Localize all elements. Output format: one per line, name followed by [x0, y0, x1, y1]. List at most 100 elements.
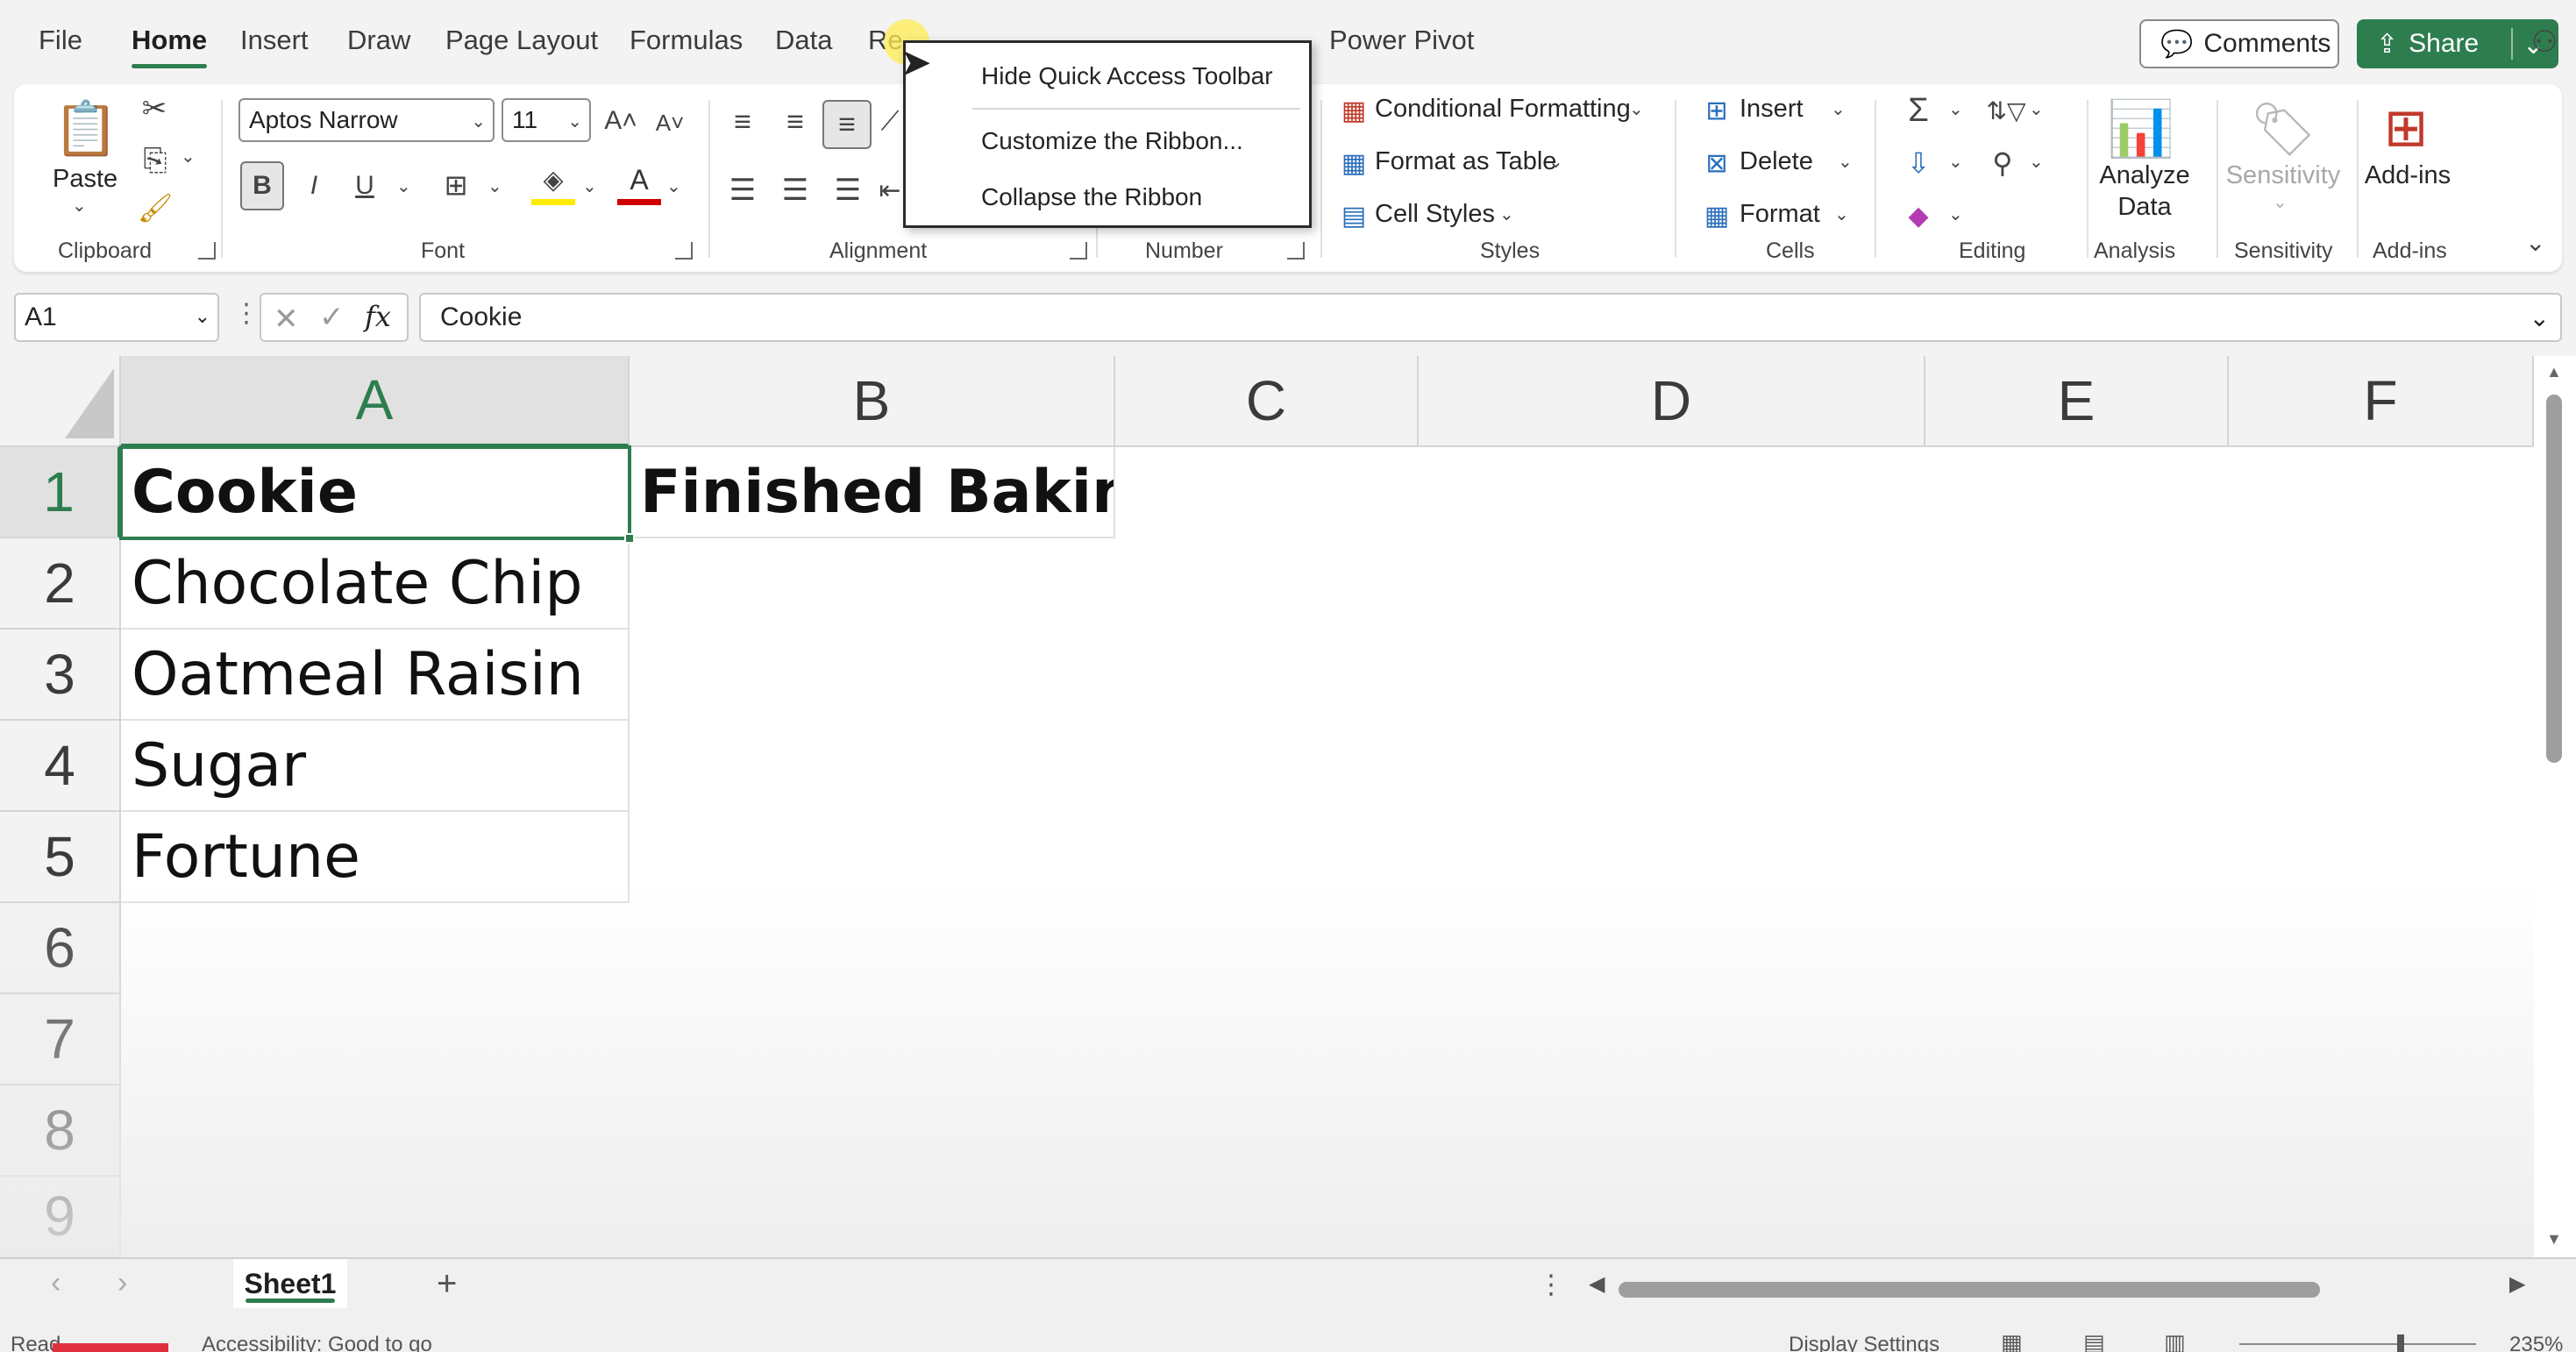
chevron-down-icon[interactable]: ⌄ [181, 146, 196, 167]
next-sheet-icon[interactable]: › [117, 1266, 127, 1300]
ribbon-options-chevron-icon[interactable]: ⌄ [2525, 228, 2545, 257]
cancel-icon[interactable]: ✕ [274, 302, 299, 337]
copy-icon[interactable]: ⎘ [133, 139, 177, 182]
clear-icon[interactable]: ◆ [1899, 195, 1938, 237]
row-header-4[interactable]: 4 [0, 721, 121, 812]
menu-item-customize-ribbon[interactable]: Customize the Ribbon... [981, 127, 1243, 155]
vertical-scroll-thumb[interactable] [2546, 395, 2562, 763]
chevron-down-icon[interactable]: ⌄ [2029, 151, 2044, 173]
borders-icon[interactable]: ⊞ [435, 163, 477, 207]
number-launcher-icon[interactable] [1287, 242, 1305, 260]
scroll-right-icon[interactable]: ▶ [2509, 1271, 2525, 1297]
font-launcher-icon[interactable] [675, 242, 693, 260]
format-cells-icon[interactable]: ▦ [1697, 196, 1736, 235]
chevron-down-icon[interactable]: ⌄ [1629, 98, 1644, 120]
name-box[interactable]: A1 ⌄ [14, 293, 219, 342]
cut-icon[interactable]: ✂ [135, 89, 174, 128]
align-middle-icon[interactable]: ≡ [773, 100, 817, 144]
row-header-7[interactable]: 7 [0, 994, 121, 1085]
increase-font-icon[interactable]: A˄ [600, 100, 642, 142]
enter-icon[interactable]: ✓ [319, 300, 345, 335]
align-top-icon[interactable]: ≡ [721, 100, 765, 144]
column-header-C[interactable]: C [1115, 356, 1419, 447]
insert-cells-icon[interactable]: ⊞ [1697, 91, 1736, 130]
chevron-down-icon[interactable]: ⌄ [487, 175, 502, 197]
horizontal-scroll-thumb[interactable] [1619, 1282, 2320, 1298]
addins-button[interactable]: Add-ins [2364, 161, 2451, 190]
chevron-down-icon[interactable]: ⌄ [1838, 151, 1853, 173]
indent-icon[interactable]: ⇤ [877, 168, 903, 212]
cell-A4[interactable]: Sugar [121, 721, 630, 812]
comments-button[interactable]: 💬 Comments [2139, 19, 2339, 68]
orientation-icon[interactable]: ⟋ [877, 100, 903, 144]
add-sheet-icon[interactable]: + [437, 1264, 457, 1304]
expand-formula-bar-icon[interactable]: ⌄ [2530, 303, 2550, 332]
chevron-down-icon[interactable]: ⌄ [666, 175, 681, 197]
tab-page-layout[interactable]: Page Layout [445, 25, 598, 56]
status-display-settings[interactable]: Display Settings [1789, 1333, 1939, 1352]
prev-sheet-icon[interactable]: ‹ [51, 1266, 60, 1300]
insert-function-icon[interactable]: fx [365, 300, 391, 333]
conditional-formatting-button[interactable]: Conditional Formatting [1375, 95, 1631, 124]
row-header-3[interactable]: 3 [0, 630, 121, 721]
chevron-down-icon[interactable]: ⌄ [582, 175, 597, 197]
coauthor-icon[interactable]: ⚇ [2525, 23, 2564, 61]
cell-B1[interactable]: Finished Baking [630, 447, 1115, 538]
chevron-down-icon[interactable]: ⌄ [1948, 151, 1963, 173]
clipboard-launcher-icon[interactable] [198, 242, 216, 260]
paste-icon[interactable]: 📋 [53, 91, 119, 165]
status-accessibility[interactable]: Accessibility: Good to go [202, 1333, 432, 1352]
chevron-down-icon[interactable]: ⌄ [1948, 98, 1963, 120]
tab-data[interactable]: Data [775, 25, 832, 56]
align-left-icon[interactable]: ☰ [721, 168, 765, 212]
decrease-font-icon[interactable]: A˅ [649, 103, 691, 142]
sheet-tab-sheet1[interactable]: Sheet1 [233, 1259, 347, 1308]
cell-A3[interactable]: Oatmeal Raisin [121, 630, 630, 721]
chevron-down-icon[interactable]: ⌄ [1948, 203, 1963, 225]
more-options-icon[interactable]: ⋮ [233, 298, 260, 329]
align-right-icon[interactable]: ☰ [826, 168, 870, 212]
column-header-D[interactable]: D [1419, 356, 1925, 447]
paste-button[interactable]: Paste [53, 165, 117, 194]
tab-home[interactable]: Home [132, 25, 208, 68]
chevron-down-icon[interactable]: ⌄ [1499, 203, 1514, 225]
row-header-6[interactable]: 6 [0, 903, 121, 994]
chevron-down-icon[interactable]: ⌄ [396, 175, 411, 197]
analyze-data-button[interactable]: Analyze [2092, 161, 2197, 190]
column-header-B[interactable]: B [630, 356, 1115, 447]
cell-A2[interactable]: Chocolate Chip [121, 538, 630, 630]
find-select-icon[interactable]: ⚲ [1983, 142, 2022, 184]
row-header-9[interactable]: 9 [0, 1177, 121, 1257]
format-painter-icon[interactable]: 🖌 [133, 186, 177, 230]
cell-styles-button[interactable]: Cell Styles [1375, 200, 1495, 229]
italic-button[interactable]: I [295, 161, 333, 210]
insert-cells-button[interactable]: Insert [1740, 95, 1804, 124]
fill-color-icon[interactable]: ◈ [531, 161, 575, 205]
font-color-icon[interactable]: A [617, 161, 661, 205]
column-header-E[interactable]: E [1925, 356, 2229, 447]
bold-button[interactable]: B [240, 161, 284, 210]
autosum-icon[interactable]: Σ [1899, 89, 1938, 132]
column-header-A[interactable]: A [121, 356, 630, 447]
conditional-formatting-icon[interactable]: ▦ [1334, 91, 1373, 130]
tab-file[interactable]: File [39, 25, 82, 56]
zoom-slider-thumb[interactable] [2397, 1334, 2404, 1352]
formula-input[interactable]: Cookie ⌄ [419, 293, 2562, 342]
format-as-table-button[interactable]: Format as Table [1375, 147, 1556, 176]
menu-item-collapse-ribbon[interactable]: Collapse the Ribbon [981, 183, 1202, 211]
fill-icon[interactable]: ⇩ [1899, 142, 1938, 184]
alignment-launcher-icon[interactable] [1070, 242, 1087, 260]
tab-power-pivot[interactable]: Power Pivot [1329, 25, 1474, 56]
chevron-down-icon[interactable]: ⌄ [1834, 203, 1849, 225]
underline-button[interactable]: U [345, 161, 384, 210]
format-as-table-icon[interactable]: ▦ [1334, 144, 1373, 182]
sort-filter-icon[interactable]: ⇅▽ [1980, 89, 2032, 132]
delete-cells-button[interactable]: Delete [1740, 147, 1813, 176]
row-header-5[interactable]: 5 [0, 812, 121, 903]
page-layout-view-icon[interactable]: ▤ [2083, 1329, 2105, 1352]
page-break-view-icon[interactable]: ▥ [2164, 1329, 2186, 1352]
addins-icon[interactable]: ⊞ [2373, 93, 2439, 163]
tab-insert[interactable]: Insert [240, 25, 309, 56]
row-header-1[interactable]: 1 [0, 447, 121, 538]
zoom-level[interactable]: 235% [2509, 1333, 2563, 1352]
